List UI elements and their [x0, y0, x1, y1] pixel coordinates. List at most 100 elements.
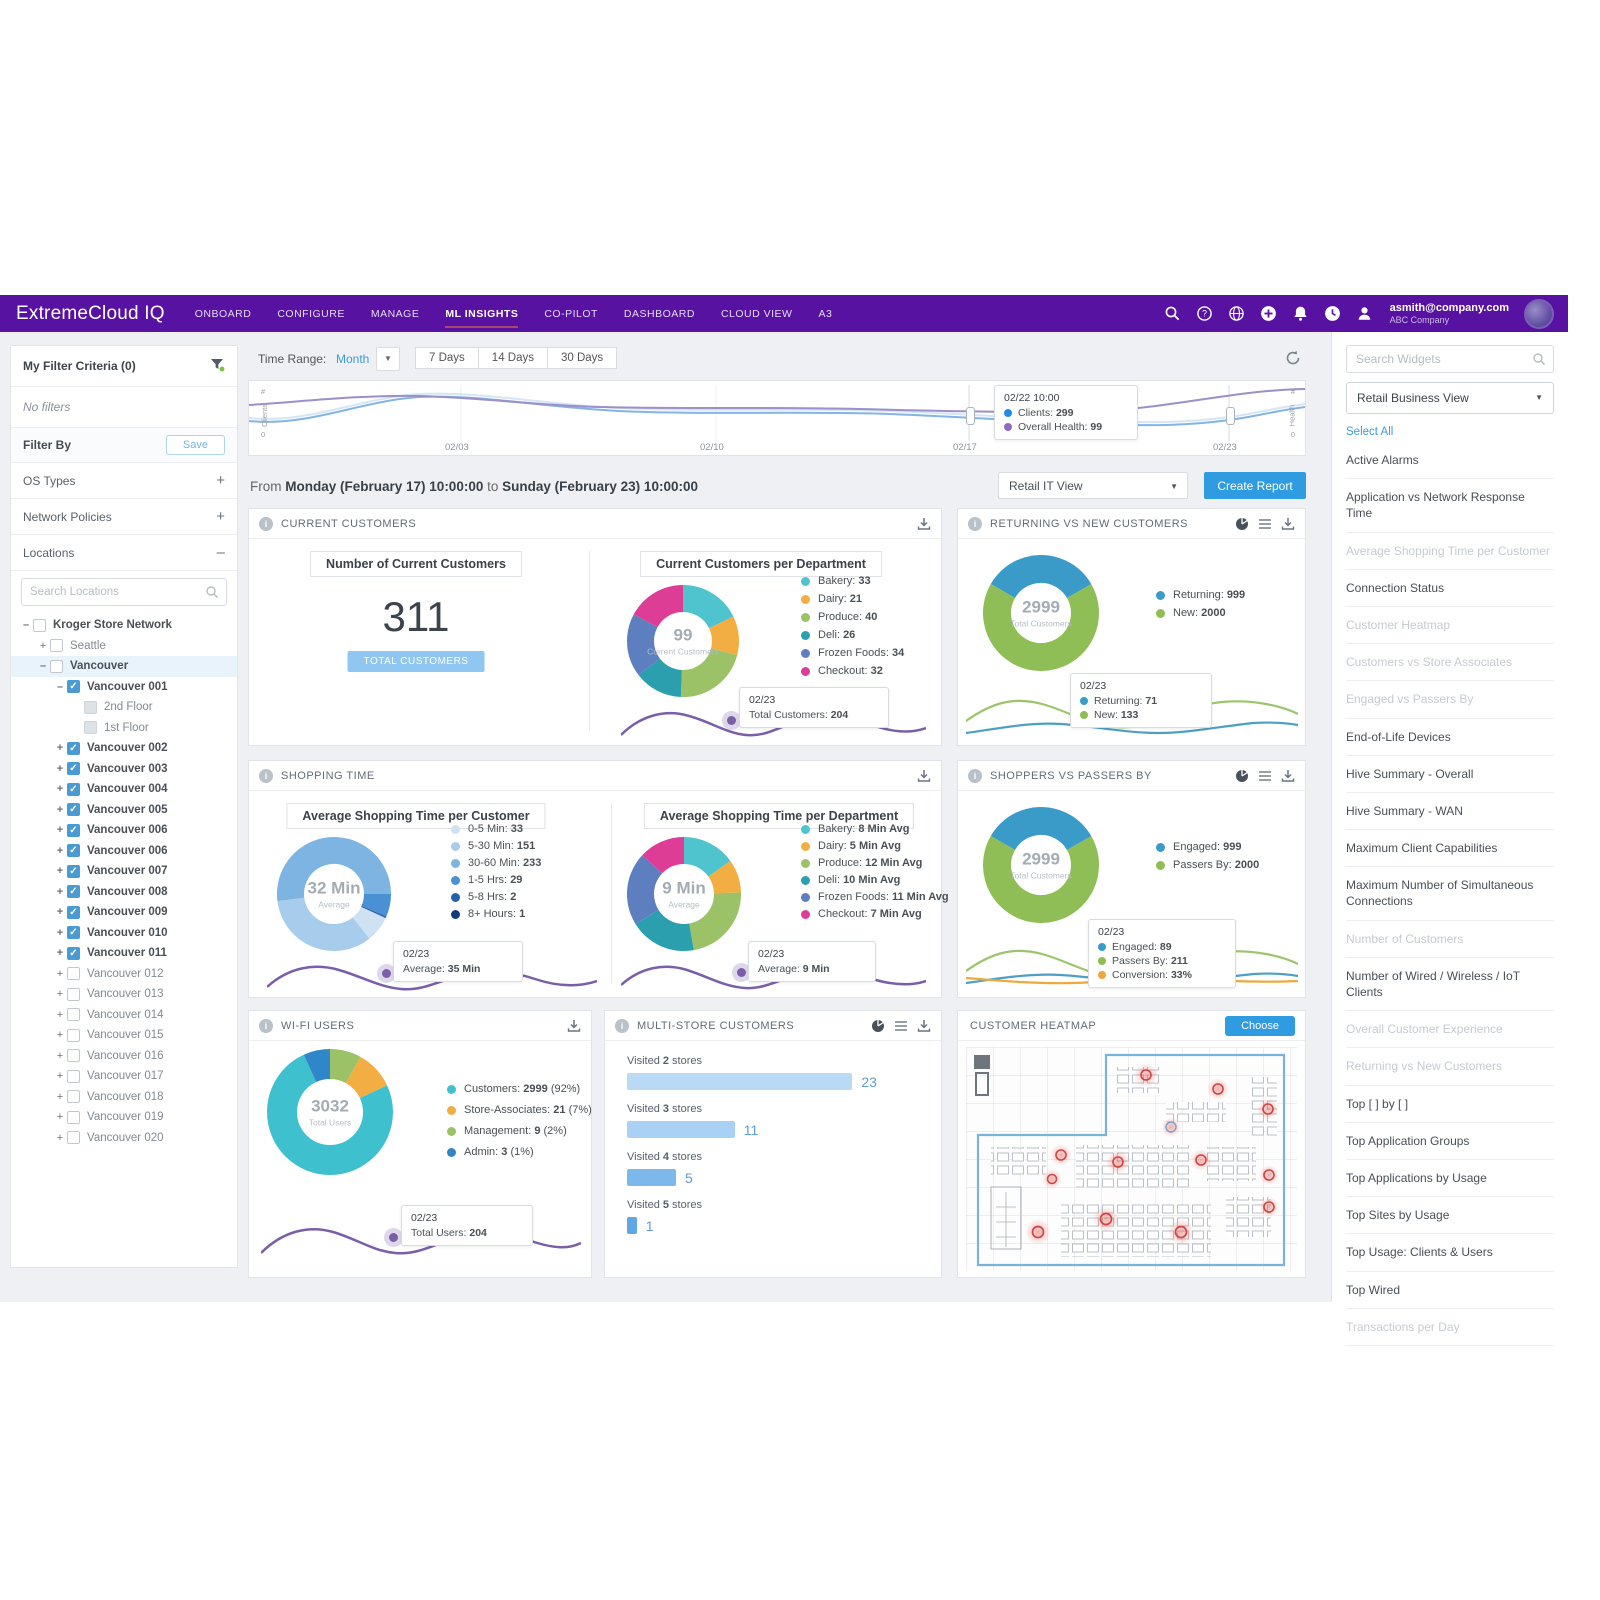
tree-item[interactable]: +✓Vancouver 004 [11, 779, 237, 800]
expand-plus-icon[interactable]: + [53, 1091, 67, 1103]
view-dropdown[interactable]: Retail Business View ▼ [1346, 382, 1554, 414]
expand-plus-icon[interactable]: + [53, 968, 67, 980]
shoppers-donut-chart[interactable] [983, 807, 1099, 928]
widget-search-input[interactable] [1346, 345, 1554, 373]
widget-list-item[interactable]: Top Wired [1346, 1272, 1554, 1309]
nav-item-ml-insights[interactable]: ML INSIGHTS [445, 296, 518, 331]
checkbox[interactable]: ✓ [67, 783, 80, 796]
user-block[interactable]: asmith@company.com ABC Company [1390, 302, 1509, 325]
info-icon[interactable]: i [968, 769, 982, 783]
checkbox[interactable]: ✓ [67, 803, 80, 816]
checkbox[interactable]: ✓ [67, 865, 80, 878]
bar[interactable] [627, 1217, 637, 1234]
tree-item[interactable]: –✓Vancouver 001 [11, 677, 237, 698]
nav-item-onboard[interactable]: ONBOARD [195, 296, 252, 331]
pie-chart-icon[interactable] [1235, 769, 1249, 783]
globe-icon[interactable] [1228, 305, 1245, 322]
section-os-types[interactable]: OS Types + [11, 463, 237, 499]
range-slider-handle-right[interactable] [1226, 407, 1235, 425]
list-view-icon[interactable] [1258, 517, 1272, 531]
expand-plus-icon[interactable]: + [53, 927, 67, 939]
checkbox[interactable]: ✓ [67, 885, 80, 898]
range-button-14-days[interactable]: 14 Days [478, 347, 548, 369]
checkbox[interactable] [67, 1029, 80, 1042]
widget-list-item[interactable]: Application vs Network Response Time [1346, 479, 1554, 532]
widget-list-item[interactable]: End-of-Life Devices [1346, 719, 1554, 756]
list-view-icon[interactable] [894, 1019, 908, 1033]
expand-plus-icon[interactable]: + [216, 472, 225, 489]
checkbox[interactable]: ✓ [67, 680, 80, 693]
expand-plus-icon[interactable]: + [53, 1111, 67, 1123]
widget-list-item[interactable]: Top Applications by Usage [1346, 1160, 1554, 1197]
checkbox[interactable]: ✓ [67, 824, 80, 837]
tree-item[interactable]: +✓Vancouver 006 [11, 820, 237, 841]
widget-list-item[interactable]: Hive Summary - Overall [1346, 756, 1554, 793]
add-icon[interactable] [1260, 305, 1277, 322]
checkbox[interactable] [67, 1070, 80, 1083]
view-select[interactable]: Retail IT View ▼ [998, 472, 1188, 499]
tree-item[interactable]: +✓Vancouver 007 [11, 861, 237, 882]
chevron-down-icon[interactable]: ▼ [376, 347, 400, 371]
widget-list-item[interactable]: Maximum Client Capabilities [1346, 830, 1554, 867]
collapse-minus-icon[interactable]: – [217, 544, 225, 561]
checkbox[interactable] [33, 619, 46, 632]
collapse-minus-icon[interactable]: – [36, 660, 50, 672]
tree-item[interactable]: +Seattle [11, 636, 237, 657]
download-icon[interactable] [567, 1019, 581, 1033]
checkbox[interactable] [67, 1131, 80, 1144]
timeline-chart[interactable]: # Clients 0 # Health 0 02/03 02/10 02/17… [248, 380, 1306, 456]
nav-item-dashboard[interactable]: DASHBOARD [624, 296, 695, 331]
department-time-donut-chart[interactable] [627, 837, 741, 956]
checkbox[interactable] [50, 639, 63, 652]
checkbox[interactable] [67, 988, 80, 1001]
bar[interactable] [627, 1169, 676, 1186]
tree-item[interactable]: +Vancouver 020 [11, 1128, 237, 1149]
expand-plus-icon[interactable]: + [53, 886, 67, 898]
select-all-link[interactable]: Select All [1346, 426, 1554, 438]
checkbox[interactable]: ✓ [67, 762, 80, 775]
tree-item[interactable]: 2nd Floor [11, 697, 237, 718]
location-search-input[interactable] [21, 578, 227, 606]
tree-item[interactable]: +✓Vancouver 006 [11, 841, 237, 862]
section-locations[interactable]: Locations – [11, 535, 237, 571]
checkbox[interactable]: ✓ [67, 926, 80, 939]
widget-list-item[interactable]: Number of Wired / Wireless / IoT Clients [1346, 958, 1554, 1011]
widget-list-item[interactable]: Active Alarms [1346, 442, 1554, 479]
checkbox[interactable] [67, 1090, 80, 1103]
tree-item[interactable]: +Vancouver 013 [11, 984, 237, 1005]
collapse-minus-icon[interactable]: – [53, 681, 67, 693]
widget-list-item[interactable]: Connection Status [1346, 570, 1554, 607]
tree-item[interactable]: +✓Vancouver 005 [11, 800, 237, 821]
expand-plus-icon[interactable]: + [53, 804, 67, 816]
download-icon[interactable] [917, 769, 931, 783]
expand-plus-icon[interactable]: + [53, 763, 67, 775]
info-icon[interactable]: i [615, 1019, 629, 1033]
tree-item[interactable]: +✓Vancouver 008 [11, 882, 237, 903]
create-report-button[interactable]: Create Report [1204, 472, 1306, 499]
nav-item-co-pilot[interactable]: CO-PILOT [544, 296, 598, 331]
checkbox[interactable]: ✓ [67, 906, 80, 919]
checkbox[interactable] [67, 1008, 80, 1021]
notifications-bell-icon[interactable] [1292, 305, 1309, 322]
range-slider-handle-left[interactable] [966, 407, 975, 425]
tree-item[interactable]: +✓Vancouver 010 [11, 923, 237, 944]
user-icon[interactable] [1356, 305, 1373, 322]
tree-item[interactable]: +Vancouver 014 [11, 1005, 237, 1026]
list-view-icon[interactable] [1258, 769, 1272, 783]
expand-plus-icon[interactable]: + [36, 640, 50, 652]
expand-plus-icon[interactable]: + [53, 906, 67, 918]
tree-item[interactable]: +✓Vancouver 009 [11, 902, 237, 923]
info-icon[interactable]: i [968, 517, 982, 531]
expand-plus-icon[interactable]: + [53, 742, 67, 754]
expand-plus-icon[interactable]: + [53, 988, 67, 1000]
search-icon[interactable] [1164, 305, 1181, 322]
tree-item[interactable]: +✓Vancouver 003 [11, 759, 237, 780]
checkbox[interactable]: ✓ [67, 844, 80, 857]
tree-item[interactable]: –Vancouver [11, 656, 237, 677]
info-icon[interactable]: i [259, 1019, 273, 1033]
widget-list-item[interactable]: Top Sites by Usage [1346, 1197, 1554, 1234]
info-icon[interactable]: i [259, 517, 273, 531]
widget-list-item[interactable]: Hive Summary - WAN [1346, 793, 1554, 830]
choose-button[interactable]: Choose [1225, 1016, 1295, 1036]
expand-plus-icon[interactable]: + [53, 865, 67, 877]
